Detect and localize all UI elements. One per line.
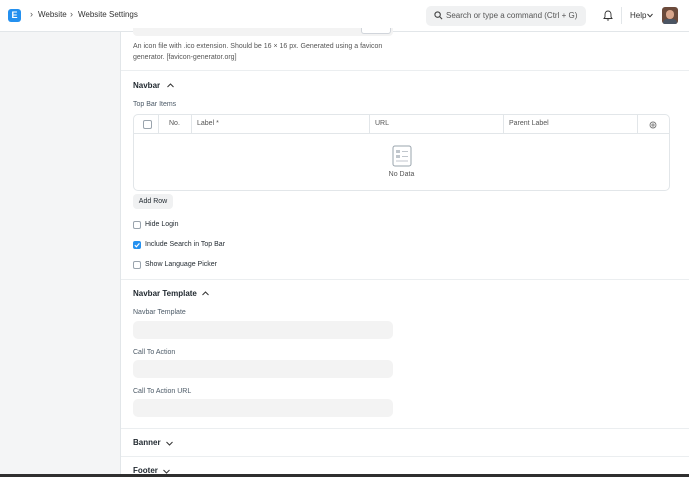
breadcrumb-website-settings[interactable]: Website Settings [78, 10, 138, 19]
select-all-checkbox[interactable] [143, 120, 152, 129]
no-data-text: No Data [388, 171, 415, 178]
search-input[interactable]: Search or type a command (Ctrl + G) [446, 11, 577, 20]
section-divider [121, 279, 689, 280]
navbar-template-select[interactable] [133, 321, 393, 339]
chevron-up-icon[interactable] [202, 291, 209, 296]
empty-list-icon [392, 145, 412, 167]
language-picker-checkbox[interactable] [133, 261, 141, 269]
help-menu[interactable]: Help [630, 11, 646, 20]
gear-icon[interactable] [649, 121, 657, 129]
search-bar[interactable]: Search or type a command (Ctrl + G) [426, 6, 586, 26]
column-divider [503, 115, 504, 134]
favicon-description: An icon file with .ico extension. Should… [133, 43, 383, 61]
include-search-checkbox[interactable] [133, 241, 141, 249]
add-row-button[interactable]: Add Row [133, 194, 173, 209]
breadcrumb-chevron-icon: › [70, 9, 73, 19]
favicon-attach-button[interactable] [361, 28, 391, 34]
hide-login-label: Hide Login [145, 221, 179, 228]
avatar-face [666, 10, 674, 19]
app-logo[interactable]: E [8, 9, 21, 22]
settings-form: An icon file with .ico extension. Should… [120, 28, 689, 477]
top-bar-items-label: Top Bar Items [133, 101, 177, 108]
top-bar-items-table: No. Label * URL Parent Label No Data [133, 114, 670, 191]
column-divider [369, 115, 370, 134]
column-header-parent-label: Parent Label [509, 120, 549, 127]
chevron-down-icon[interactable] [166, 441, 173, 446]
table-header: No. Label * URL Parent Label [134, 115, 669, 134]
checkmark-icon [134, 243, 140, 248]
column-divider [191, 115, 192, 134]
navbar-template-label: Navbar Template [133, 309, 186, 316]
column-header-no: No. [169, 120, 180, 127]
section-divider [121, 70, 689, 71]
breadcrumb-website[interactable]: Website [38, 10, 67, 19]
section-divider [121, 456, 689, 457]
chevron-up-icon[interactable] [167, 83, 174, 88]
favicon-field[interactable] [133, 28, 393, 36]
column-divider [637, 115, 638, 134]
breadcrumb-chevron-icon: › [30, 9, 33, 19]
hide-login-checkbox[interactable] [133, 221, 141, 229]
call-to-action-url-input[interactable] [133, 399, 393, 417]
chevron-down-icon [647, 13, 653, 18]
column-divider [158, 115, 159, 134]
include-search-label: Include Search in Top Bar [145, 241, 226, 248]
call-to-action-label: Call To Action [133, 349, 176, 356]
banner-section-title[interactable]: Banner [133, 438, 161, 447]
user-avatar[interactable] [662, 7, 678, 24]
call-to-action-url-label: Call To Action URL [133, 388, 192, 395]
navbar-section-title[interactable]: Navbar [133, 81, 160, 90]
navbar-template-section-title[interactable]: Navbar Template [133, 289, 197, 298]
column-header-label: Label * [197, 120, 219, 127]
language-picker-label: Show Language Picker [145, 261, 217, 268]
divider [621, 7, 622, 24]
call-to-action-input[interactable] [133, 360, 393, 378]
avatar-shirt [663, 19, 677, 24]
search-icon [434, 11, 443, 20]
notification-bell-icon[interactable] [603, 10, 613, 21]
column-header-url: URL [375, 120, 390, 127]
section-divider [121, 428, 689, 429]
